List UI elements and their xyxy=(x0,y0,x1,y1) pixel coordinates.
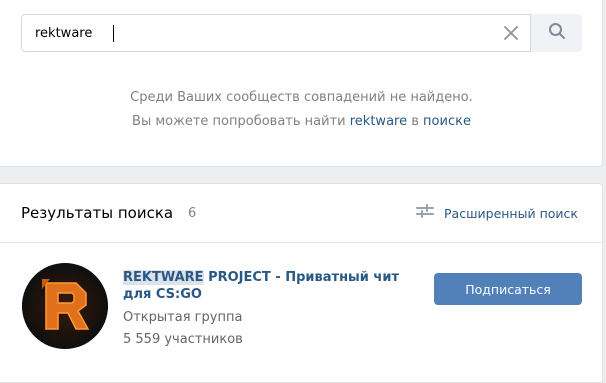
search-panel: Среди Ваших сообществ совпадений не найд… xyxy=(0,0,603,167)
results-count: 6 xyxy=(188,206,197,221)
subscribe-button[interactable]: Подписаться xyxy=(434,273,582,305)
advanced-search-label: Расширенный поиск xyxy=(444,205,578,221)
group-type: Открытая группа xyxy=(123,310,243,325)
suggestion-query-link[interactable]: rektware xyxy=(350,114,407,129)
search-button[interactable] xyxy=(530,14,582,52)
empty-message: Среди Ваших сообществ совпадений не найд… xyxy=(130,90,473,105)
advanced-search-link[interactable]: Расширенный поиск xyxy=(416,204,578,222)
results-title: Результаты поиска xyxy=(21,204,174,222)
search-icon xyxy=(548,22,566,44)
group-avatar[interactable] xyxy=(22,263,108,349)
empty-suggestion: Вы можете попробовать найти rektware в п… xyxy=(0,114,603,129)
results-panel: Результаты поиска 6 Расширенный поиск RE… xyxy=(0,183,603,383)
global-search-link[interactable]: поиске xyxy=(423,114,471,129)
text-caret xyxy=(113,25,114,42)
suggestion-prefix: Вы можете попробовать найти xyxy=(132,114,346,129)
search-input[interactable] xyxy=(22,15,530,51)
clear-icon[interactable] xyxy=(501,23,521,43)
group-members-count: 5 559 участников xyxy=(123,332,243,347)
results-header: Результаты поиска 6 Расширенный поиск xyxy=(0,184,603,243)
filter-sliders-icon xyxy=(416,203,434,223)
search-bar xyxy=(21,14,582,52)
suggestion-mid: в xyxy=(411,114,419,129)
query-highlight: REKTWARE xyxy=(123,270,204,285)
group-title-link[interactable]: REKTWARE PROJECT - Приватный чит для CS:… xyxy=(123,269,423,303)
